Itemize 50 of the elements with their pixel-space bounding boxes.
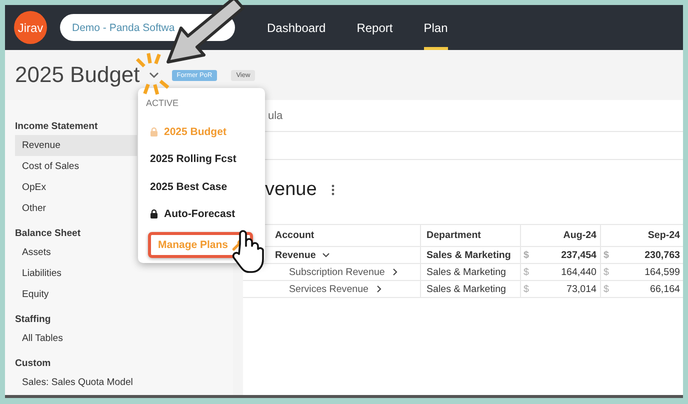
table-cell: 230,763 (644, 250, 680, 260)
currency-symbol: $ (604, 284, 609, 294)
section-heading: Balance Sheet (15, 227, 81, 241)
nav-tab[interactable]: Report (356, 5, 393, 50)
table-cell: 237,454 (561, 250, 596, 260)
currency-symbol: $ (524, 284, 529, 294)
menu-item[interactable]: 2025 Best Case (146, 173, 234, 200)
table-cell: Sales & Marketing (426, 266, 506, 278)
table-cell: 73,014 (566, 284, 596, 294)
column-header: Account (275, 230, 314, 241)
currency-symbol: $ (524, 250, 529, 260)
sidebar-item[interactable]: All Tables (15, 328, 137, 349)
account-name: Services Revenue (289, 284, 369, 294)
nav-tab[interactable]: Dashboard (267, 5, 326, 50)
menu-item[interactable]: 2025 Rolling Fcst (146, 146, 242, 173)
section-heading: Staffing (15, 313, 51, 327)
sidebar-item[interactable]: OpEx (15, 177, 137, 198)
chevron-right-icon[interactable] (390, 268, 399, 276)
sidebar-item[interactable]: Other (15, 198, 137, 219)
nav-tab[interactable]: Plan (424, 5, 448, 50)
sidebar-item[interactable]: Cost of Sales (15, 156, 137, 177)
currency-symbol: $ (604, 250, 609, 260)
chevron-down-icon[interactable] (322, 251, 330, 259)
table-cell: 164,599 (644, 266, 680, 278)
sidebar-item[interactable]: Assets (15, 242, 137, 263)
table-cell: 164,440 (561, 266, 596, 278)
menu-item[interactable]: Auto-Forecast (146, 200, 242, 228)
sidebar-item[interactable]: Sales: Sales Quota Model (15, 372, 139, 393)
currency-symbol: $ (524, 266, 529, 278)
column-header: Aug-24 (563, 230, 596, 241)
section-heading: Custom (15, 357, 51, 371)
table-cell: Sales & Marketing (426, 284, 506, 294)
menu-heading: ACTIVE (146, 98, 180, 108)
sidebar-item[interactable]: Equity (15, 284, 137, 305)
tab-label[interactable]: ula (268, 110, 283, 122)
currency-symbol: $ (604, 266, 609, 278)
more-options-icon[interactable] (330, 184, 335, 196)
column-header: Department (426, 230, 481, 241)
chevron-right-icon[interactable] (374, 285, 383, 293)
account-name: Subscription Revenue (289, 266, 385, 278)
column-header: Sep-24 (648, 230, 680, 241)
chevron-down-icon[interactable] (148, 70, 160, 80)
section-title: venue (265, 179, 317, 201)
sidebar-item[interactable]: Liabilities (15, 263, 137, 284)
plan-title: 2025 Budget (15, 62, 140, 88)
sidebar-item[interactable]: Revenue (15, 135, 137, 156)
table-cell: 66,164 (650, 284, 680, 294)
section-heading: Income Statement (15, 120, 98, 134)
account-name: Revenue (275, 250, 316, 260)
table-cell: Sales & Marketing (426, 250, 511, 260)
